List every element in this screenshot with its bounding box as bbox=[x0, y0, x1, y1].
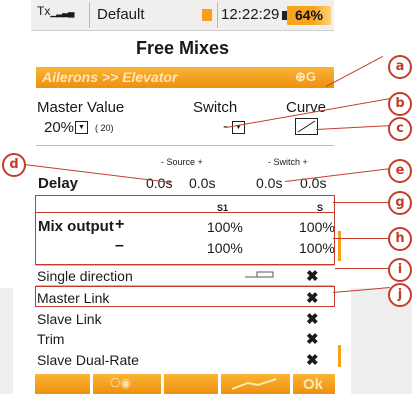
ok-button-label: Ok bbox=[303, 376, 324, 393]
master-value-label: Master Value bbox=[37, 99, 125, 116]
trim-toggle[interactable]: ✖ bbox=[306, 330, 319, 348]
callout-b: b bbox=[388, 92, 412, 116]
mix-settings-icon[interactable]: ⊕G bbox=[295, 69, 316, 85]
clock-time: 12:22:29 bbox=[221, 6, 280, 23]
single-direction-toggle[interactable]: ✖ bbox=[306, 267, 319, 285]
callout-g: g bbox=[388, 191, 412, 215]
curve-graph-icon bbox=[231, 378, 277, 390]
battery-level: 64% bbox=[287, 6, 331, 25]
curve-icon bbox=[297, 120, 316, 133]
callout-d: d bbox=[2, 153, 26, 177]
annotation-box-j bbox=[35, 286, 335, 307]
model-profile-name: Default bbox=[97, 6, 145, 23]
status-divider bbox=[217, 2, 218, 28]
callout-h: h bbox=[388, 227, 412, 251]
option-single-direction: Single direction bbox=[37, 268, 133, 284]
single-direction-icon bbox=[245, 271, 274, 278]
callout-line-i bbox=[335, 268, 392, 269]
callout-i: i bbox=[388, 258, 412, 282]
section-separator bbox=[36, 145, 334, 146]
softkey-1[interactable] bbox=[35, 374, 90, 394]
delay-source-plus[interactable]: 0.0s bbox=[189, 175, 215, 191]
callout-a: a bbox=[388, 55, 412, 79]
alarm-indicator bbox=[202, 9, 212, 21]
master-value[interactable]: 20% bbox=[44, 119, 74, 136]
softkey-3[interactable] bbox=[164, 374, 218, 394]
delay-switch-minus[interactable]: 0.0s bbox=[256, 175, 282, 191]
tx-signal-indicator: Tx▁▂▃▄ bbox=[37, 4, 74, 18]
status-divider bbox=[89, 2, 90, 28]
scrollbar-thumb[interactable] bbox=[338, 231, 341, 261]
curve-editor-button[interactable] bbox=[295, 118, 318, 135]
master-value-hint: ( 20) bbox=[95, 123, 114, 133]
slave-link-toggle[interactable]: ✖ bbox=[306, 310, 319, 328]
master-value-dropdown[interactable]: ▼ bbox=[75, 121, 88, 134]
callout-c: c bbox=[388, 117, 412, 141]
annotation-box-g bbox=[35, 195, 335, 213]
option-trim: Trim bbox=[37, 331, 65, 347]
slave-dual-rate-toggle[interactable]: ✖ bbox=[306, 351, 319, 369]
option-slave-dual-rate: Slave Dual-Rate bbox=[37, 352, 139, 368]
source-header: - Source + bbox=[161, 157, 203, 167]
view-icon: ⎔◉ bbox=[110, 376, 131, 390]
list-separator bbox=[36, 265, 334, 266]
callout-e: e bbox=[388, 159, 412, 183]
status-bar: Tx▁▂▃▄ Default 12:22:29 64% bbox=[31, 0, 334, 31]
delay-source-minus[interactable]: 0.0s bbox=[146, 175, 172, 191]
option-slave-link: Slave Link bbox=[37, 311, 102, 327]
switch-header: - Switch + bbox=[268, 157, 308, 167]
annotation-box-h bbox=[35, 212, 335, 265]
callout-j: j bbox=[388, 283, 412, 307]
page-title: Free Mixes bbox=[135, 38, 230, 58]
switch-label: Switch bbox=[193, 99, 238, 116]
callout-line-h bbox=[333, 238, 390, 239]
scrollbar-thumb-lower[interactable] bbox=[338, 345, 341, 367]
mix-name: Ailerons >> Elevator bbox=[42, 69, 178, 85]
callout-line-g bbox=[333, 202, 390, 203]
delay-label: Delay bbox=[38, 175, 79, 192]
